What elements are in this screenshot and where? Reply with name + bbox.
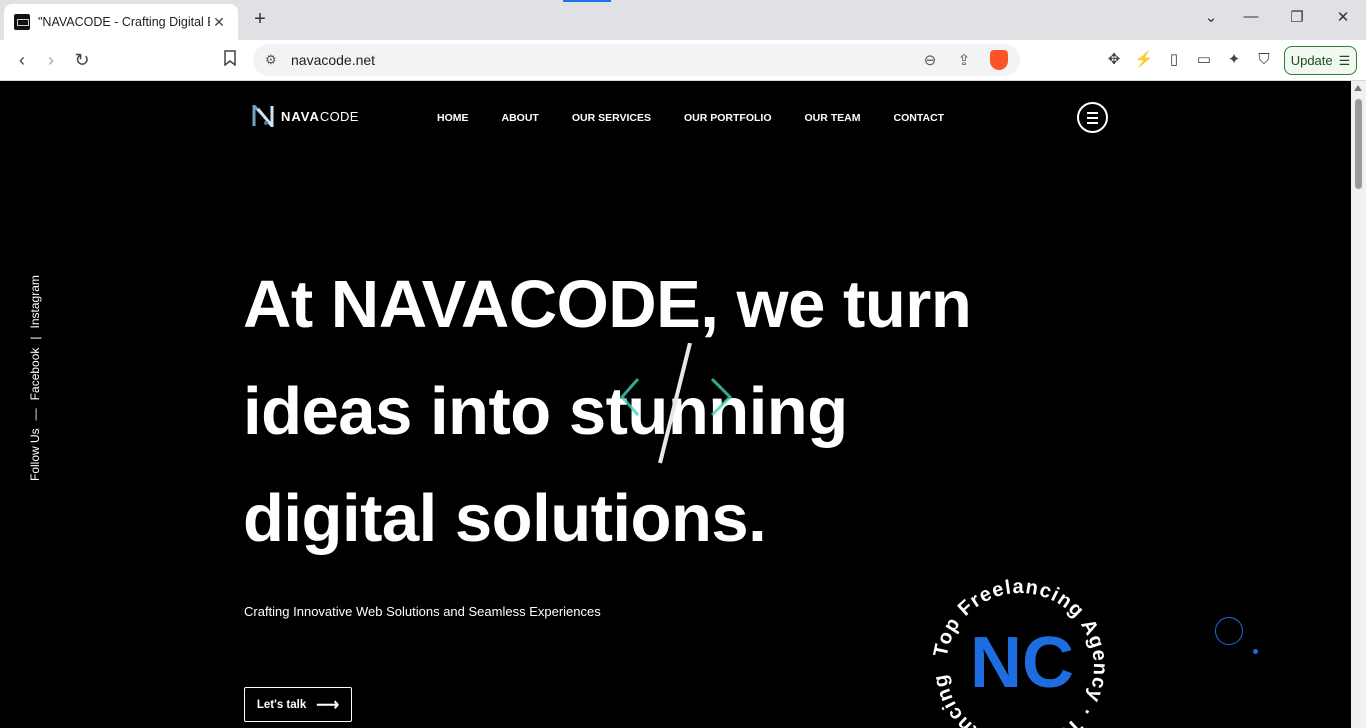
site-logo[interactable]: NAVACODE xyxy=(252,105,359,127)
bookmark-icon[interactable] xyxy=(219,49,241,71)
nav-contact[interactable]: CONTACT xyxy=(894,112,945,124)
share-icon[interactable]: ⇪ xyxy=(954,51,974,69)
zoom-out-icon[interactable]: ⊖ xyxy=(920,51,940,69)
nav-home[interactable]: HOME xyxy=(437,112,469,124)
browser-toolbar: ‹ › ↻ ⚙ navacode.net ⊖ ⇪ ✥ ⚡ ▯ ▭ ✦ ⛉ Upd… xyxy=(0,40,1366,81)
wallet-icon[interactable]: ▭ xyxy=(1194,50,1214,70)
restore-button[interactable]: ❐ xyxy=(1285,8,1309,26)
minimize-button[interactable]: — xyxy=(1239,8,1263,25)
extensions-icon[interactable]: ✥ xyxy=(1104,50,1124,70)
reload-icon[interactable]: ↻ xyxy=(71,49,93,71)
new-tab-button[interactable]: + xyxy=(250,9,270,29)
lets-talk-button[interactable]: Let's talk ⟶ xyxy=(244,687,352,722)
headline-line-1: At NAVACODE, we turn xyxy=(243,267,972,342)
nav-our-portfolio[interactable]: OUR PORTFOLIO xyxy=(684,112,772,124)
social-divider: | xyxy=(28,336,42,340)
speedreader-icon[interactable]: ⚡ xyxy=(1134,50,1154,70)
social-follow-bar: Follow Us — Facebook | Instagram xyxy=(28,275,42,481)
tab-strip-indicator xyxy=(563,0,611,2)
web-page: NAVACODE HOME ABOUT OUR SERVICES OUR POR… xyxy=(0,81,1351,728)
site-settings-icon[interactable]: ⚙ xyxy=(265,52,283,68)
url-text[interactable]: navacode.net xyxy=(291,52,375,68)
tab-close-icon[interactable]: ✕ xyxy=(210,14,228,31)
agency-badge: Top Freelancing Agency · Top Freelancing… xyxy=(928,575,1110,728)
follow-dash: — xyxy=(28,408,42,421)
navacode-logo-icon xyxy=(252,105,274,127)
logo-text: NAVACODE xyxy=(281,108,359,124)
follow-us-label: Follow Us xyxy=(28,428,42,481)
scroll-thumb[interactable] xyxy=(1355,99,1362,189)
forward-arrow-icon[interactable]: › xyxy=(40,49,62,71)
arrow-right-icon: ⟶ xyxy=(316,696,340,714)
menu-lines-icon: ☰ xyxy=(1338,52,1351,68)
hamburger-menu-button[interactable] xyxy=(1077,102,1108,133)
cta-label: Let's talk xyxy=(256,698,307,711)
tab-search-chevron-icon[interactable]: ⌄ xyxy=(1199,8,1223,26)
instagram-link[interactable]: Instagram xyxy=(28,275,42,328)
main-nav: HOME ABOUT OUR SERVICES OUR PORTFOLIO OU… xyxy=(437,112,977,124)
site-favicon-icon xyxy=(14,14,30,30)
nav-about[interactable]: ABOUT xyxy=(502,112,539,124)
hero-subtitle: Crafting Innovative Web Solutions and Se… xyxy=(244,604,601,619)
vpn-shield-icon[interactable]: ⛉ xyxy=(1254,50,1274,70)
browser-tab-active[interactable]: "NAVACODE - Crafting Digital E ✕ xyxy=(4,4,238,40)
scroll-up-arrow-icon[interactable] xyxy=(1354,85,1362,91)
update-button[interactable]: Update ☰ xyxy=(1284,46,1357,75)
headline-line-3: digital solutions. xyxy=(243,481,767,556)
close-window-button[interactable]: ✕ xyxy=(1331,8,1355,26)
update-label: Update xyxy=(1290,53,1333,68)
nav-our-team[interactable]: OUR TEAM xyxy=(805,112,861,124)
badge-initials: NC xyxy=(970,623,1074,703)
sidebar-toggle-icon[interactable]: ▯ xyxy=(1164,50,1184,70)
page-scrollbar[interactable] xyxy=(1351,81,1366,728)
cursor-ring xyxy=(1215,617,1243,645)
browser-tab-bar: "NAVACODE - Crafting Digital E ✕ + ⌄ — ❐… xyxy=(0,0,1366,40)
nav-our-services[interactable]: OUR SERVICES xyxy=(572,112,651,124)
back-arrow-icon[interactable]: ‹ xyxy=(11,49,33,71)
cursor-dot xyxy=(1253,649,1258,654)
brave-shields-icon[interactable] xyxy=(990,50,1008,70)
code-brackets-icon xyxy=(619,343,733,464)
leo-ai-icon[interactable]: ✦ xyxy=(1224,50,1244,70)
tab-title: "NAVACODE - Crafting Digital E xyxy=(38,15,210,29)
address-bar[interactable]: ⚙ navacode.net ⊖ ⇪ xyxy=(253,44,1020,76)
facebook-link[interactable]: Facebook xyxy=(28,348,42,401)
